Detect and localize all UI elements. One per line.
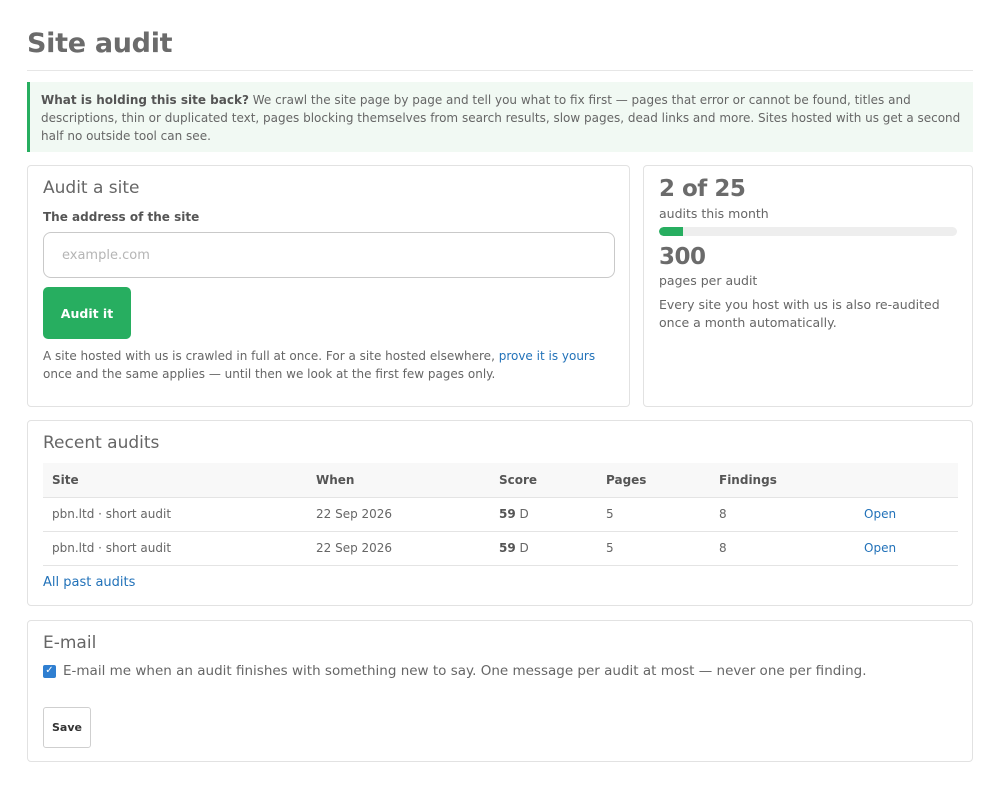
open-audit-link[interactable]: Open [864,507,896,521]
score-value: 59 [499,541,516,555]
intro-notice: What is holding this site back? We crawl… [27,82,973,152]
row-pages: 5 [597,531,710,566]
row-pages: 5 [597,497,710,532]
recent-audits-heading: Recent audits [43,433,160,453]
table-header-row: Site When Score Pages Findings [43,463,958,498]
recent-audits-table: Site When Score Pages Findings pbn.ltd ·… [43,463,958,566]
page-title: Site audit [27,28,173,59]
audits-count: 2 of 25 [659,176,746,202]
row-findings: 8 [710,497,855,532]
open-audit-link[interactable]: Open [864,541,896,555]
audits-progress-fill [659,227,683,236]
audit-site-card: Audit a site The address of the site Aud… [27,165,630,407]
table-row: pbn.ltd · short audit 22 Sep 2026 59 D 5… [43,497,958,532]
row-score: 59 D [490,497,597,532]
email-settings-card: E-mail ✓ E-mail me when an audit finishe… [27,620,973,762]
notice-lead: What is holding this site back? [41,93,249,107]
score-grade: D [519,541,529,555]
site-address-label: The address of the site [43,210,200,224]
audits-progress-bar [659,227,957,236]
column-site: Site [43,463,307,498]
column-when: When [307,463,490,498]
title-divider [27,70,973,71]
row-score: 59 D [490,531,597,566]
table-row: pbn.ltd · short audit 22 Sep 2026 59 D 5… [43,531,958,566]
column-score: Score [490,463,597,498]
score-value: 59 [499,507,516,521]
email-notify-option[interactable]: ✓ E-mail me when an audit finishes with … [43,663,866,679]
column-action [855,463,958,498]
recent-audits-card: Recent audits Site When Score Pages Find… [27,420,973,606]
save-button[interactable]: Save [43,707,91,748]
row-action: Open [855,531,958,566]
pages-count: 300 [659,244,706,270]
audit-site-heading: Audit a site [43,178,140,198]
pages-count-label: pages per audit [659,273,758,288]
audit-it-button[interactable]: Audit it [43,287,131,339]
email-notify-checkbox[interactable]: ✓ [43,664,56,678]
audit-quota-card: 2 of 25 audits this month 300 pages per … [643,165,973,407]
row-when: 22 Sep 2026 [307,531,490,566]
all-past-audits-link[interactable]: All past audits [43,575,135,590]
row-site: pbn.ltd · short audit [43,497,307,532]
row-when: 22 Sep 2026 [307,497,490,532]
audit-note-text-after: once and the same applies — until then w… [43,367,496,381]
audit-scope-note: A site hosted with us is crawled in full… [43,347,603,383]
audit-note-text-before: A site hosted with us is crawled in full… [43,349,499,363]
column-pages: Pages [597,463,710,498]
check-icon: ✓ [45,665,54,676]
email-heading: E-mail [43,633,97,653]
row-action: Open [855,497,958,532]
site-address-input[interactable] [43,232,615,278]
email-notify-label: E-mail me when an audit finishes with so… [63,663,867,679]
row-site: pbn.ltd · short audit [43,531,307,566]
audits-count-label: audits this month [659,206,769,221]
column-findings: Findings [710,463,855,498]
monthly-reaudit-note: Every site you host with us is also re-a… [659,297,940,330]
row-findings: 8 [710,531,855,566]
prove-ownership-link[interactable]: prove it is yours [499,349,595,363]
score-grade: D [519,507,529,521]
